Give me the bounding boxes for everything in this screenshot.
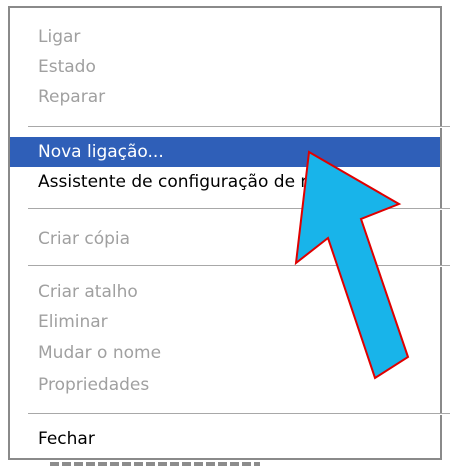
menu-separator <box>28 265 450 267</box>
menu-item-ligar[interactable]: Ligar <box>10 22 440 52</box>
menu-item-fechar[interactable]: Fechar <box>10 424 440 454</box>
menu-separator <box>28 208 450 210</box>
menu-item-eliminar[interactable]: Eliminar <box>10 307 440 337</box>
menu-separator <box>28 126 450 128</box>
menu-separator <box>28 413 450 415</box>
screenshot: Ligar Estado Reparar Nova ligação... Ass… <box>0 0 452 468</box>
context-menu: Ligar Estado Reparar Nova ligação... Ass… <box>8 6 450 460</box>
menu-item-mudar-nome[interactable]: Mudar o nome <box>10 338 440 368</box>
menu-item-estado[interactable]: Estado <box>10 52 440 82</box>
menu-item-propriedades[interactable]: Propriedades <box>10 370 440 400</box>
menu-item-assistente-configuracao[interactable]: Assistente de configuração de rede... <box>10 167 440 197</box>
menu-item-nova-ligacao[interactable]: Nova ligação... <box>10 137 440 167</box>
menu-item-criar-copia[interactable]: Criar cópia <box>10 224 440 254</box>
menu-item-criar-atalho[interactable]: Criar atalho <box>10 277 440 307</box>
menu-item-reparar[interactable]: Reparar <box>10 82 440 112</box>
cropped-window-fragment <box>10 460 442 468</box>
